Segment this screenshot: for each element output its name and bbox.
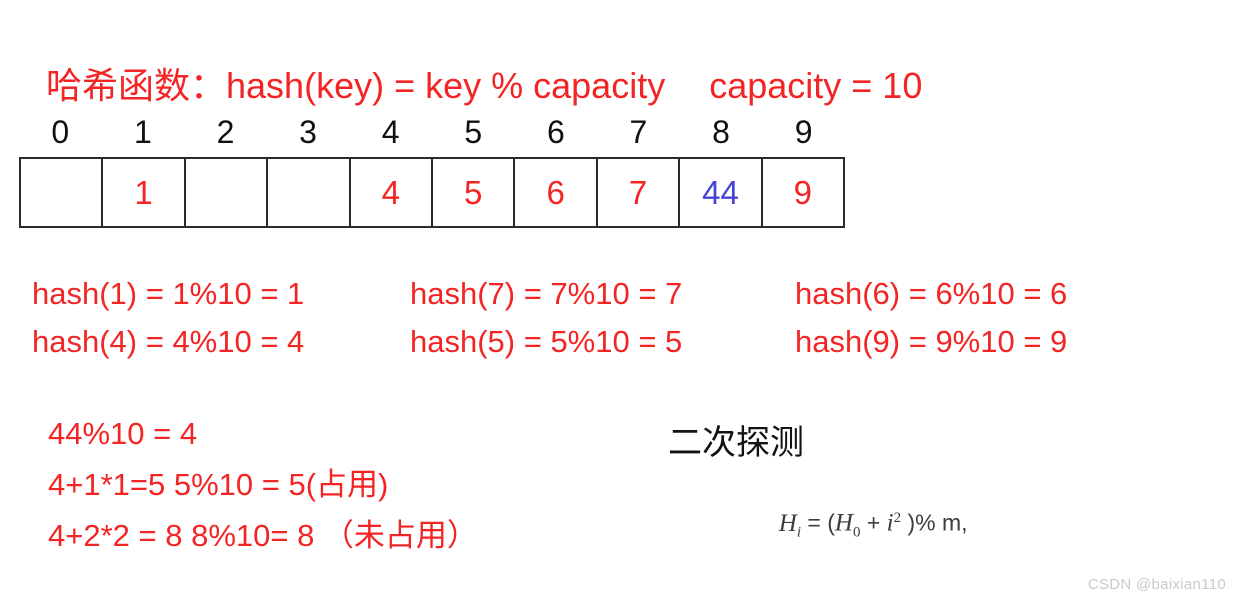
probe-calculation-block: 44%10 = 4 4+1*1=5 5%10 = 5(占用) 4+2*2 = 8… — [48, 408, 478, 561]
hash-slot-3 — [268, 159, 351, 226]
formula-i: i — [886, 509, 894, 537]
formula-h: H — [778, 509, 797, 537]
hash-slot-4: 4 — [351, 159, 434, 226]
quadratic-probing-title: 二次探测 — [668, 424, 804, 462]
formula-sup-2: 2 — [893, 510, 902, 526]
watermark: CSDN @baixian110 — [1087, 576, 1226, 593]
hash-table: 1 4 5 6 7 44 9 — [19, 157, 845, 228]
table-index-header: 0 1 2 3 4 5 6 7 8 9 — [19, 112, 845, 152]
index-label-1: 1 — [133, 114, 152, 150]
hash-equation-1-1: hash(1) = 1%10 = 1 — [32, 276, 305, 311]
hash-slot-9: 9 — [793, 174, 813, 211]
probe-calculation-line-2: 4+1*1=5 5%10 = 5(占用) — [48, 467, 389, 502]
formula-h0: H — [834, 509, 853, 537]
index-label-0: 0 — [51, 114, 70, 150]
hash-slot-6: 6 — [515, 159, 598, 226]
hash-equation-2-1: hash(4) = 4%10 = 4 — [32, 324, 305, 359]
hash-equation-row-2: hash(4) = 4%10 = 4 hash(5) = 5%10 = 5 hash… — [32, 320, 1202, 368]
hash-function-label: 哈希函数：hash(key) = key % capacity — [46, 65, 666, 106]
hash-slot-8: 44 — [680, 159, 763, 226]
quadratic-probing-formula: Hi = (H0 + i2 )% m, — [766, 473, 968, 547]
formula-tail: )% m, — [901, 509, 968, 536]
index-label-5: 5 — [464, 114, 483, 150]
probe-calculation-line-1: 44%10 = 4 — [48, 416, 198, 451]
hash-function-title: 哈希函数：hash(key) = key % capacity capacity … — [26, 20, 922, 108]
hash-equation-1-3: hash(6) = 6%10 = 6 — [795, 276, 1068, 311]
hash-equation-1-2: hash(7) = 7%10 = 7 — [410, 276, 683, 311]
index-label-8: 8 — [712, 114, 730, 150]
capacity-label: capacity = 10 — [709, 65, 923, 106]
hash-slot-0 — [21, 159, 104, 226]
index-label-9: 9 — [794, 114, 813, 150]
index-label-7: 7 — [629, 114, 648, 150]
hash-equation-2-3: hash(9) = 9%10 = 9 — [795, 324, 1068, 359]
hash-equation-row-1: hash(1) = 1%10 = 1 hash(7) = 7%10 = 7 hash… — [32, 272, 1202, 320]
index-label-3: 3 — [299, 114, 317, 150]
hash-slot-5: 5 — [433, 159, 516, 226]
hash-slot-1: 1 — [103, 159, 186, 226]
index-label-2: 2 — [216, 114, 235, 150]
hash-slot-2 — [186, 159, 269, 226]
hash-equation-2-2: hash(5) = 5%10 = 5 — [410, 324, 683, 359]
hash-slot-7: 7 — [598, 159, 681, 226]
index-label-4: 4 — [381, 114, 400, 150]
probe-calculation-line-3: 4+2*2 = 8 8%10= 8 （未占用） — [48, 518, 478, 553]
formula-plus: + — [860, 509, 887, 536]
hash-equations: hash(1) = 1%10 = 1 hash(7) = 7%10 = 7 hash… — [32, 272, 1202, 368]
formula-equals: = ( — [801, 509, 835, 536]
index-label-6: 6 — [546, 114, 565, 150]
